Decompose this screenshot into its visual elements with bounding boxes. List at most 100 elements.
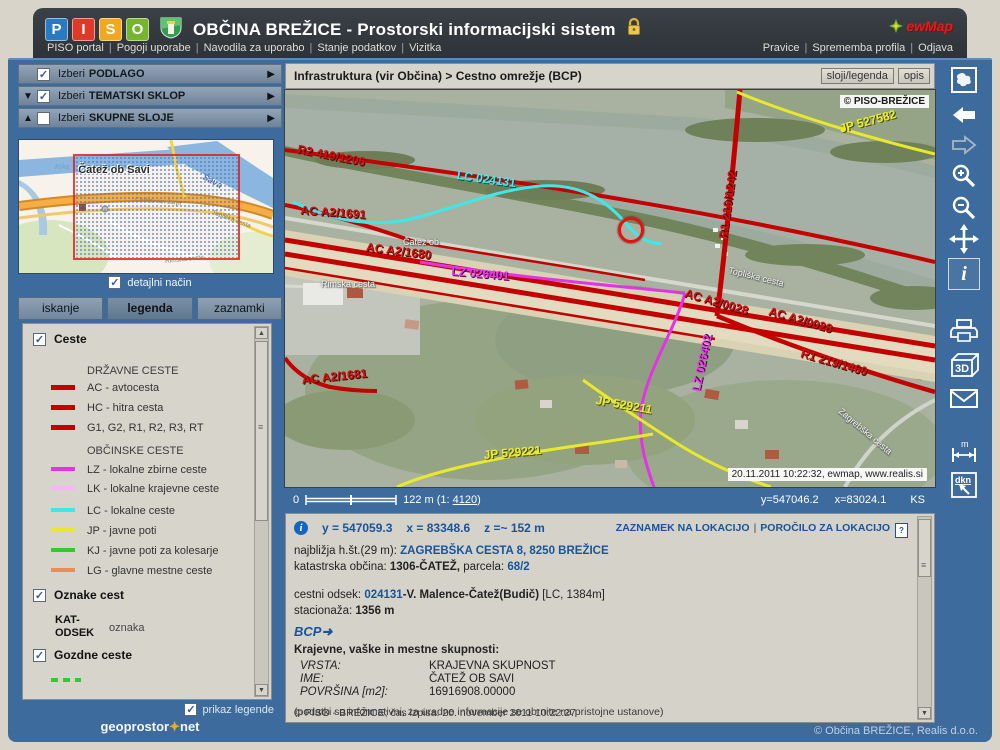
back-icon[interactable] xyxy=(948,104,980,131)
selector-label: IzberiPODLAGO xyxy=(58,68,145,80)
road-section-name: -V. Malence-Čatež(Budič) xyxy=(403,589,539,601)
nav-navodila[interactable]: Navodila za uporabo xyxy=(204,42,305,54)
legend-oznake-row: ✓ Oznake cest xyxy=(33,588,253,602)
show-legend-row: ✓ prikaz legende xyxy=(18,703,274,716)
info-coord-z: z =~ 152 m xyxy=(484,521,545,535)
zoom-in-icon[interactable] xyxy=(948,162,980,195)
overview-minimap[interactable]: Čatež ob Savi Sava Krka Cerkev sv. Jurja… xyxy=(18,139,274,274)
gozdne-checkbox[interactable]: ✓ xyxy=(33,649,46,662)
measure-icon[interactable]: m xyxy=(948,438,980,469)
selector-tematski-sklop[interactable]: ▼ ✓ IzberiTEMATSKI SKLOP ▶ xyxy=(18,86,282,106)
legend-swatch-lz xyxy=(51,467,75,471)
print-icon[interactable] xyxy=(948,318,980,349)
mail-icon[interactable] xyxy=(948,388,980,414)
selector-skupni-sloji[interactable]: ▲ ✓ IzberiSKUPNE SLOJE ▶ xyxy=(18,108,282,128)
tab-legenda[interactable]: legenda xyxy=(107,297,192,320)
coord-x: x=83024.1 xyxy=(835,494,887,506)
zoom-out-icon[interactable] xyxy=(948,194,980,227)
map-viewport[interactable]: R2 419/1206 LC 024131 AC A2/1691 AC A2/1… xyxy=(285,90,935,487)
legend-scrollbar[interactable]: ▲ ▼ xyxy=(254,326,269,697)
scale-ratio-link[interactable]: 4120 xyxy=(453,494,477,506)
skupni-checkbox[interactable]: ✓ xyxy=(37,112,50,125)
parcel-link[interactable]: 68/2 xyxy=(507,561,529,573)
chevron-up-icon[interactable]: ▲ xyxy=(19,113,37,124)
sidebar-tabs: iskanje legenda zaznamki xyxy=(18,297,282,320)
legend-gozdne-row: ✓ Gozdne ceste xyxy=(33,648,253,662)
ewmap-wordmark: ewMap xyxy=(906,18,953,34)
nav-vizitka[interactable]: Vizitka xyxy=(409,42,441,54)
bookmark-location-link[interactable]: ZAZNAMEK NA LOKACIJO xyxy=(616,522,750,534)
nav-separator: | xyxy=(310,42,313,54)
scroll-down-icon[interactable]: ▼ xyxy=(255,684,268,696)
detail-mode-checkbox[interactable]: ✓ xyxy=(108,276,121,289)
nav-separator: | xyxy=(804,42,807,54)
report-document-icon[interactable]: ? xyxy=(895,523,908,538)
show-legend-checkbox[interactable]: ✓ xyxy=(184,703,197,716)
dkn-icon[interactable]: dkn xyxy=(948,470,980,505)
legend-layer-label: Gozdne ceste xyxy=(54,648,132,662)
tab-iskanje[interactable]: iskanje xyxy=(18,297,103,320)
info-icon: i xyxy=(294,521,308,535)
legend-swatch-ac xyxy=(51,385,75,390)
podlago-checkbox[interactable]: ✓ xyxy=(37,68,50,81)
tab-zaznamki[interactable]: zaznamki xyxy=(197,297,282,320)
legend-scrollbar-thumb[interactable] xyxy=(255,341,268,521)
info-scrollbar[interactable]: ▼ xyxy=(917,516,932,720)
coord-y: y=547046.2 xyxy=(761,494,819,506)
oznake-checkbox[interactable]: ✓ xyxy=(33,589,46,602)
nav-odjava[interactable]: Odjava xyxy=(918,42,953,54)
info-tool-icon: i xyxy=(948,258,980,290)
legend-swatch-lk xyxy=(51,486,75,490)
legend-panel: ✓ Ceste DRŽAVNE CESTE AC - avtocesta HC … xyxy=(22,323,272,700)
layers-legend-button[interactable]: sloji/legenda xyxy=(821,68,894,84)
chevron-right-icon[interactable]: ▶ xyxy=(267,91,275,102)
municipality-crest-icon xyxy=(159,15,183,44)
3d-view-icon[interactable]: 3D xyxy=(948,352,980,385)
cursor-coordinates: y=547046.2 x=83024.1 xyxy=(761,494,887,506)
road-section-link[interactable]: 024131 xyxy=(364,589,402,601)
piso-logo[interactable]: P I S O OBČINA BREŽICE - Prostorski info… xyxy=(45,15,642,44)
legend-item: HC - hitra cesta xyxy=(87,402,163,414)
selector-label: IzberiSKUPNE SLOJE xyxy=(58,112,174,124)
selector-podlago[interactable]: ✓ IzberiPODLAGO ▶ xyxy=(18,64,282,84)
pan-icon[interactable] xyxy=(948,224,980,259)
bcp-link[interactable]: BCP➜ xyxy=(294,624,332,639)
tematski-checkbox[interactable]: ✓ xyxy=(37,90,50,103)
nav-pogoji-uporabe[interactable]: Pogoji uporabe xyxy=(117,42,191,54)
full-extent-icon[interactable] xyxy=(948,66,980,99)
legend-item: LG - glavne mestne ceste xyxy=(87,565,212,577)
chevron-right-icon[interactable]: ▶ xyxy=(267,69,275,80)
info-scrollbar-thumb[interactable] xyxy=(918,519,931,577)
nav-stanje-podatkov[interactable]: Stanje podatkov xyxy=(317,42,396,54)
identify-info-button[interactable]: i xyxy=(948,258,980,290)
table-value: 16916908.00000 xyxy=(429,686,515,698)
scale-text: 122 m (1: 4120) xyxy=(403,494,481,506)
coordinate-system-label[interactable]: KS xyxy=(910,494,925,506)
legend-item: AC - avtocesta xyxy=(87,382,159,394)
forward-icon[interactable] xyxy=(948,134,980,161)
geoprostor-logo[interactable]: geoprostor✦net xyxy=(18,719,282,735)
ceste-checkbox[interactable]: ✓ xyxy=(33,333,46,346)
legend-kat-odsek: KAT- ODSEK xyxy=(55,614,94,640)
dkn-label: dkn xyxy=(955,475,971,485)
geoprostor-star-icon: ✦ xyxy=(169,719,180,734)
nav-pravice[interactable]: Pravice xyxy=(763,42,800,54)
chevron-down-icon[interactable]: ▼ xyxy=(19,91,37,102)
scale-bar-row: 0 122 m (1: 4120) y=547046.2 x=83024.1 K… xyxy=(285,489,935,511)
location-report-link[interactable]: POROČILO ZA LOKACIJO xyxy=(760,522,890,534)
location-info-panel: i y = 547059.3 x = 83348.6 z =~ 152 m ZA… xyxy=(285,513,935,723)
description-button[interactable]: opis xyxy=(898,68,930,84)
table-value: KRAJEVNA SKUPNOST xyxy=(429,660,556,672)
nav-sprememba-profila[interactable]: Sprememba profila xyxy=(812,42,905,54)
nav-piso-portal[interactable]: PISO portal xyxy=(47,42,104,54)
top-nav-right: Pravice|Sprememba profila|Odjava xyxy=(763,42,953,54)
legend-swatch-lc xyxy=(51,508,75,512)
scroll-up-icon[interactable]: ▲ xyxy=(255,327,268,339)
legend-item: JP - javne poti xyxy=(87,525,157,537)
piso-logo-letter: O xyxy=(126,18,149,41)
scroll-down-icon[interactable]: ▼ xyxy=(918,707,931,719)
geoprostor-wordmark: geoprostor xyxy=(100,719,169,734)
nearest-address-link[interactable]: ZAGREBŠKA CESTA 8, 8250 BREŽICE xyxy=(400,545,609,557)
chevron-right-icon[interactable]: ▶ xyxy=(267,113,275,124)
legend-group-header: DRŽAVNE CESTE xyxy=(87,365,178,377)
